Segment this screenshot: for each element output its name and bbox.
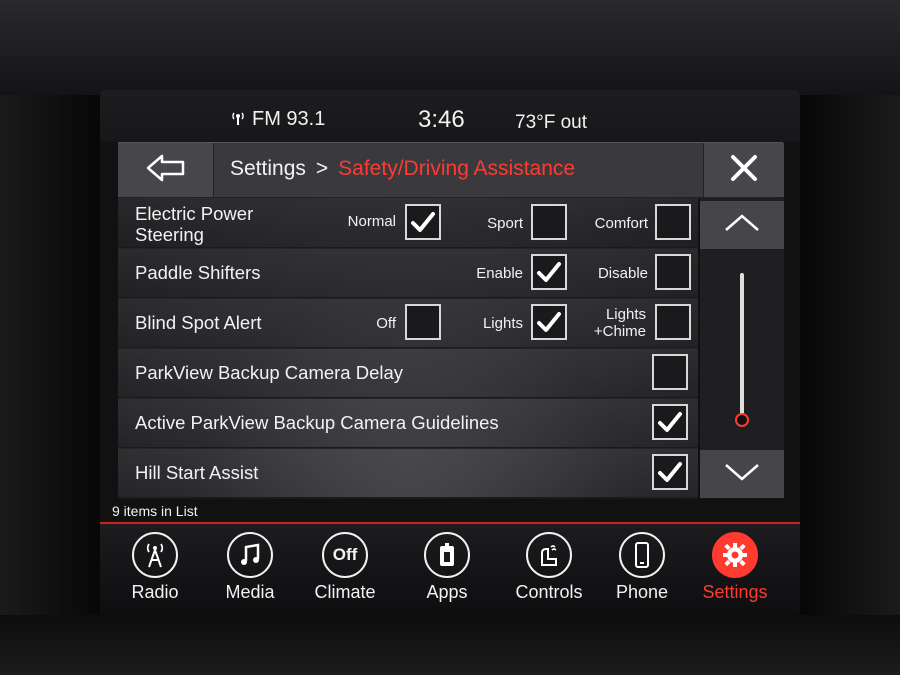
climate-off-icon: Off (322, 532, 368, 578)
list-item-paddle-shifters: Paddle Shifters Enable Disable (118, 248, 698, 299)
checkbox-steering-normal[interactable] (405, 204, 441, 240)
status-radio[interactable]: FM 93.1 (230, 108, 325, 131)
apps-icon (424, 532, 470, 578)
nav-label: Controls (515, 582, 583, 602)
option-label-lights-chime: Lights +Chime (593, 306, 646, 340)
row-label: ParkView Backup Camera Delay (135, 362, 404, 383)
list-item-hill-start-assist: Hill Start Assist (118, 448, 698, 499)
checkbox-blindspot-lights-chime[interactable] (655, 304, 691, 340)
device-bezel-right (800, 95, 900, 675)
breadcrumb: Settings > Safety/Driving Assistance (230, 157, 575, 181)
checkbox-blindspot-lights[interactable] (531, 304, 567, 340)
settings-list: Electric Power Steering Normal Sport Com… (118, 198, 698, 499)
list-item-parkview-camera-delay: ParkView Backup Camera Delay (118, 348, 698, 399)
radio-tower-icon (132, 532, 178, 578)
nav-label: Climate (314, 582, 376, 602)
nav-label: Settings (702, 582, 768, 602)
checkbox-blindspot-off[interactable] (405, 304, 441, 340)
breadcrumb-current: Safety/Driving Assistance (338, 157, 576, 180)
nav-label: Phone (615, 582, 669, 602)
row-label: Hill Start Assist (135, 462, 259, 483)
phone-icon (619, 532, 665, 578)
option-label-disable: Disable (597, 265, 648, 282)
scroll-down-button[interactable] (700, 450, 784, 498)
nav-label: Apps (426, 582, 468, 602)
option-label-enable: Enable (476, 265, 523, 282)
nav-apps[interactable]: Apps (402, 532, 492, 603)
option-label-sport: Sport (487, 215, 523, 232)
list-item-blind-spot-alert: Blind Spot Alert Off Lights Lights +Chim… (118, 298, 698, 349)
close-button[interactable] (703, 143, 784, 197)
nav-climate[interactable]: Off Climate (300, 532, 390, 603)
checkbox-hill-start[interactable] (652, 454, 688, 490)
scroll-track[interactable] (740, 273, 744, 415)
bottom-nav: Radio Media Off Climate Apps Controls Ph… (100, 524, 800, 615)
checkbox-parkview-delay[interactable] (652, 354, 688, 390)
chevron-down-icon (724, 463, 760, 486)
settings-header: Settings > Safety/Driving Assistance (118, 142, 784, 198)
music-note-icon (227, 532, 273, 578)
option-label-normal: Normal (347, 213, 396, 230)
chevron-up-icon (724, 213, 760, 237)
device-bezel-top (0, 0, 900, 95)
list-item-electric-power-steering: Electric Power Steering Normal Sport Com… (118, 198, 698, 249)
list-item-parkview-guidelines: Active ParkView Backup Camera Guidelines (118, 398, 698, 449)
status-time: 3:46 (418, 106, 465, 133)
checkbox-paddle-enable[interactable] (531, 254, 567, 290)
breadcrumb-separator: > (315, 157, 329, 180)
option-label-lights: Lights (482, 315, 523, 332)
device-bezel-left (0, 95, 100, 675)
row-label: Blind Spot Alert (135, 312, 262, 333)
device-bezel-bottom (0, 615, 900, 675)
nav-radio[interactable]: Radio (110, 532, 200, 603)
breadcrumb-settings[interactable]: Settings (230, 157, 306, 181)
back-button[interactable] (118, 143, 214, 197)
list-count: 9 items in List (112, 503, 198, 519)
scroll-up-button[interactable] (700, 201, 784, 249)
status-temperature: 73°F out (515, 112, 588, 133)
row-label: Paddle Shifters (135, 262, 261, 283)
nav-media[interactable]: Media (205, 532, 295, 603)
status-bar: FM 93.1 3:46 73°F out (100, 90, 800, 142)
back-arrow-icon (146, 154, 186, 187)
infotainment-screen: FM 93.1 3:46 73°F out Settings > Safety/… (100, 90, 800, 615)
gear-icon (712, 532, 758, 578)
checkbox-steering-sport[interactable] (531, 204, 567, 240)
close-icon (729, 153, 759, 188)
nav-label: Media (225, 582, 275, 602)
row-label: Active ParkView Backup Camera Guidelines (135, 412, 499, 433)
controls-icon (526, 532, 572, 578)
nav-controls[interactable]: Controls (504, 532, 594, 603)
nav-phone[interactable]: Phone (597, 532, 687, 603)
scrollbar[interactable] (700, 198, 784, 498)
list-count-bar: 9 items in List (100, 500, 800, 524)
status-radio-station: FM 93.1 (252, 108, 326, 130)
nav-label: Radio (131, 582, 179, 602)
checkbox-steering-comfort[interactable] (655, 204, 691, 240)
row-label: Electric Power Steering (135, 203, 254, 245)
radio-signal-icon (230, 111, 246, 128)
checkbox-paddle-disable[interactable] (655, 254, 691, 290)
option-label-off: Off (376, 315, 396, 332)
scroll-thumb[interactable] (735, 413, 749, 427)
option-label-comfort: Comfort (594, 215, 648, 232)
nav-settings[interactable]: Settings (690, 532, 780, 603)
checkbox-parkview-guidelines[interactable] (652, 404, 688, 440)
